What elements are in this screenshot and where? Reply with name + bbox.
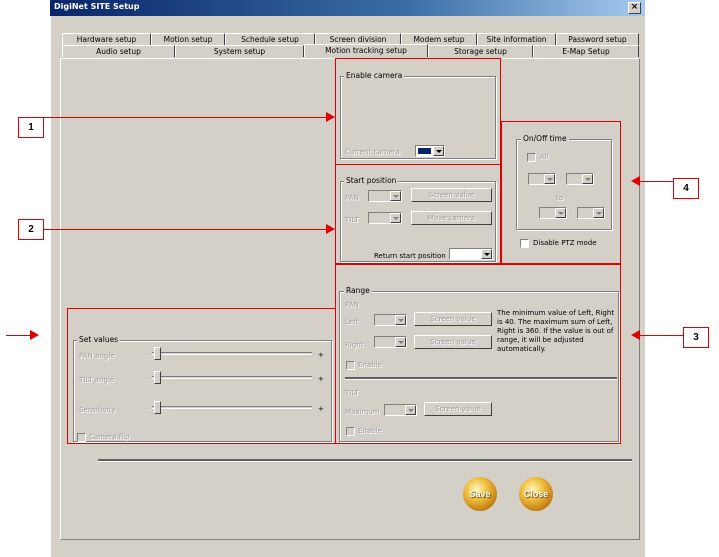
callout-3: 3 [683, 327, 709, 348]
callout-1-arrow-icon [326, 112, 335, 122]
tab-hardware-setup[interactable]: Hardware setup [62, 33, 151, 45]
callout-1-line [44, 117, 327, 118]
callout-4-line [640, 181, 673, 182]
annotation-box-set-values [67, 308, 336, 444]
save-button[interactable]: Save [463, 477, 497, 511]
set-values-pointer-arrow-icon [30, 330, 39, 340]
tab-motion-tracking-setup[interactable]: Motion tracking setup [304, 44, 428, 57]
tab-schedule-setup[interactable]: Schedule setup [225, 33, 315, 45]
window-title: DigiNet SITE Setup [50, 0, 645, 16]
tab-site-information[interactable]: Site information [477, 33, 556, 45]
callout-3-line [640, 335, 683, 336]
callout-4: 4 [673, 178, 699, 199]
annotation-box-1 [335, 58, 501, 165]
tab-storage-setup[interactable]: Storage setup [428, 45, 533, 57]
callout-2-arrow-icon [326, 224, 335, 234]
tab-audio-setup[interactable]: Audio setup [62, 45, 175, 57]
callout-2-line [44, 229, 327, 230]
annotation-box-3 [335, 264, 621, 444]
tab-password-setup[interactable]: Password setup [556, 33, 639, 45]
tab-motion-setup[interactable]: Motion setup [151, 33, 225, 45]
set-values-pointer-line [6, 335, 32, 336]
tab-emap-setup[interactable]: E-Map Setup [533, 45, 639, 57]
callout-3-arrow-icon [631, 330, 640, 340]
bottom-separator [98, 459, 632, 462]
annotation-box-2 [335, 164, 501, 264]
tab-system-setup[interactable]: System setup [175, 45, 304, 57]
callout-1: 1 [18, 117, 44, 138]
annotation-box-4 [501, 121, 621, 264]
callout-4-arrow-icon [631, 176, 640, 186]
callout-2: 2 [18, 219, 44, 240]
close-button[interactable]: Close [519, 477, 553, 511]
close-window-button[interactable]: × [628, 2, 641, 14]
